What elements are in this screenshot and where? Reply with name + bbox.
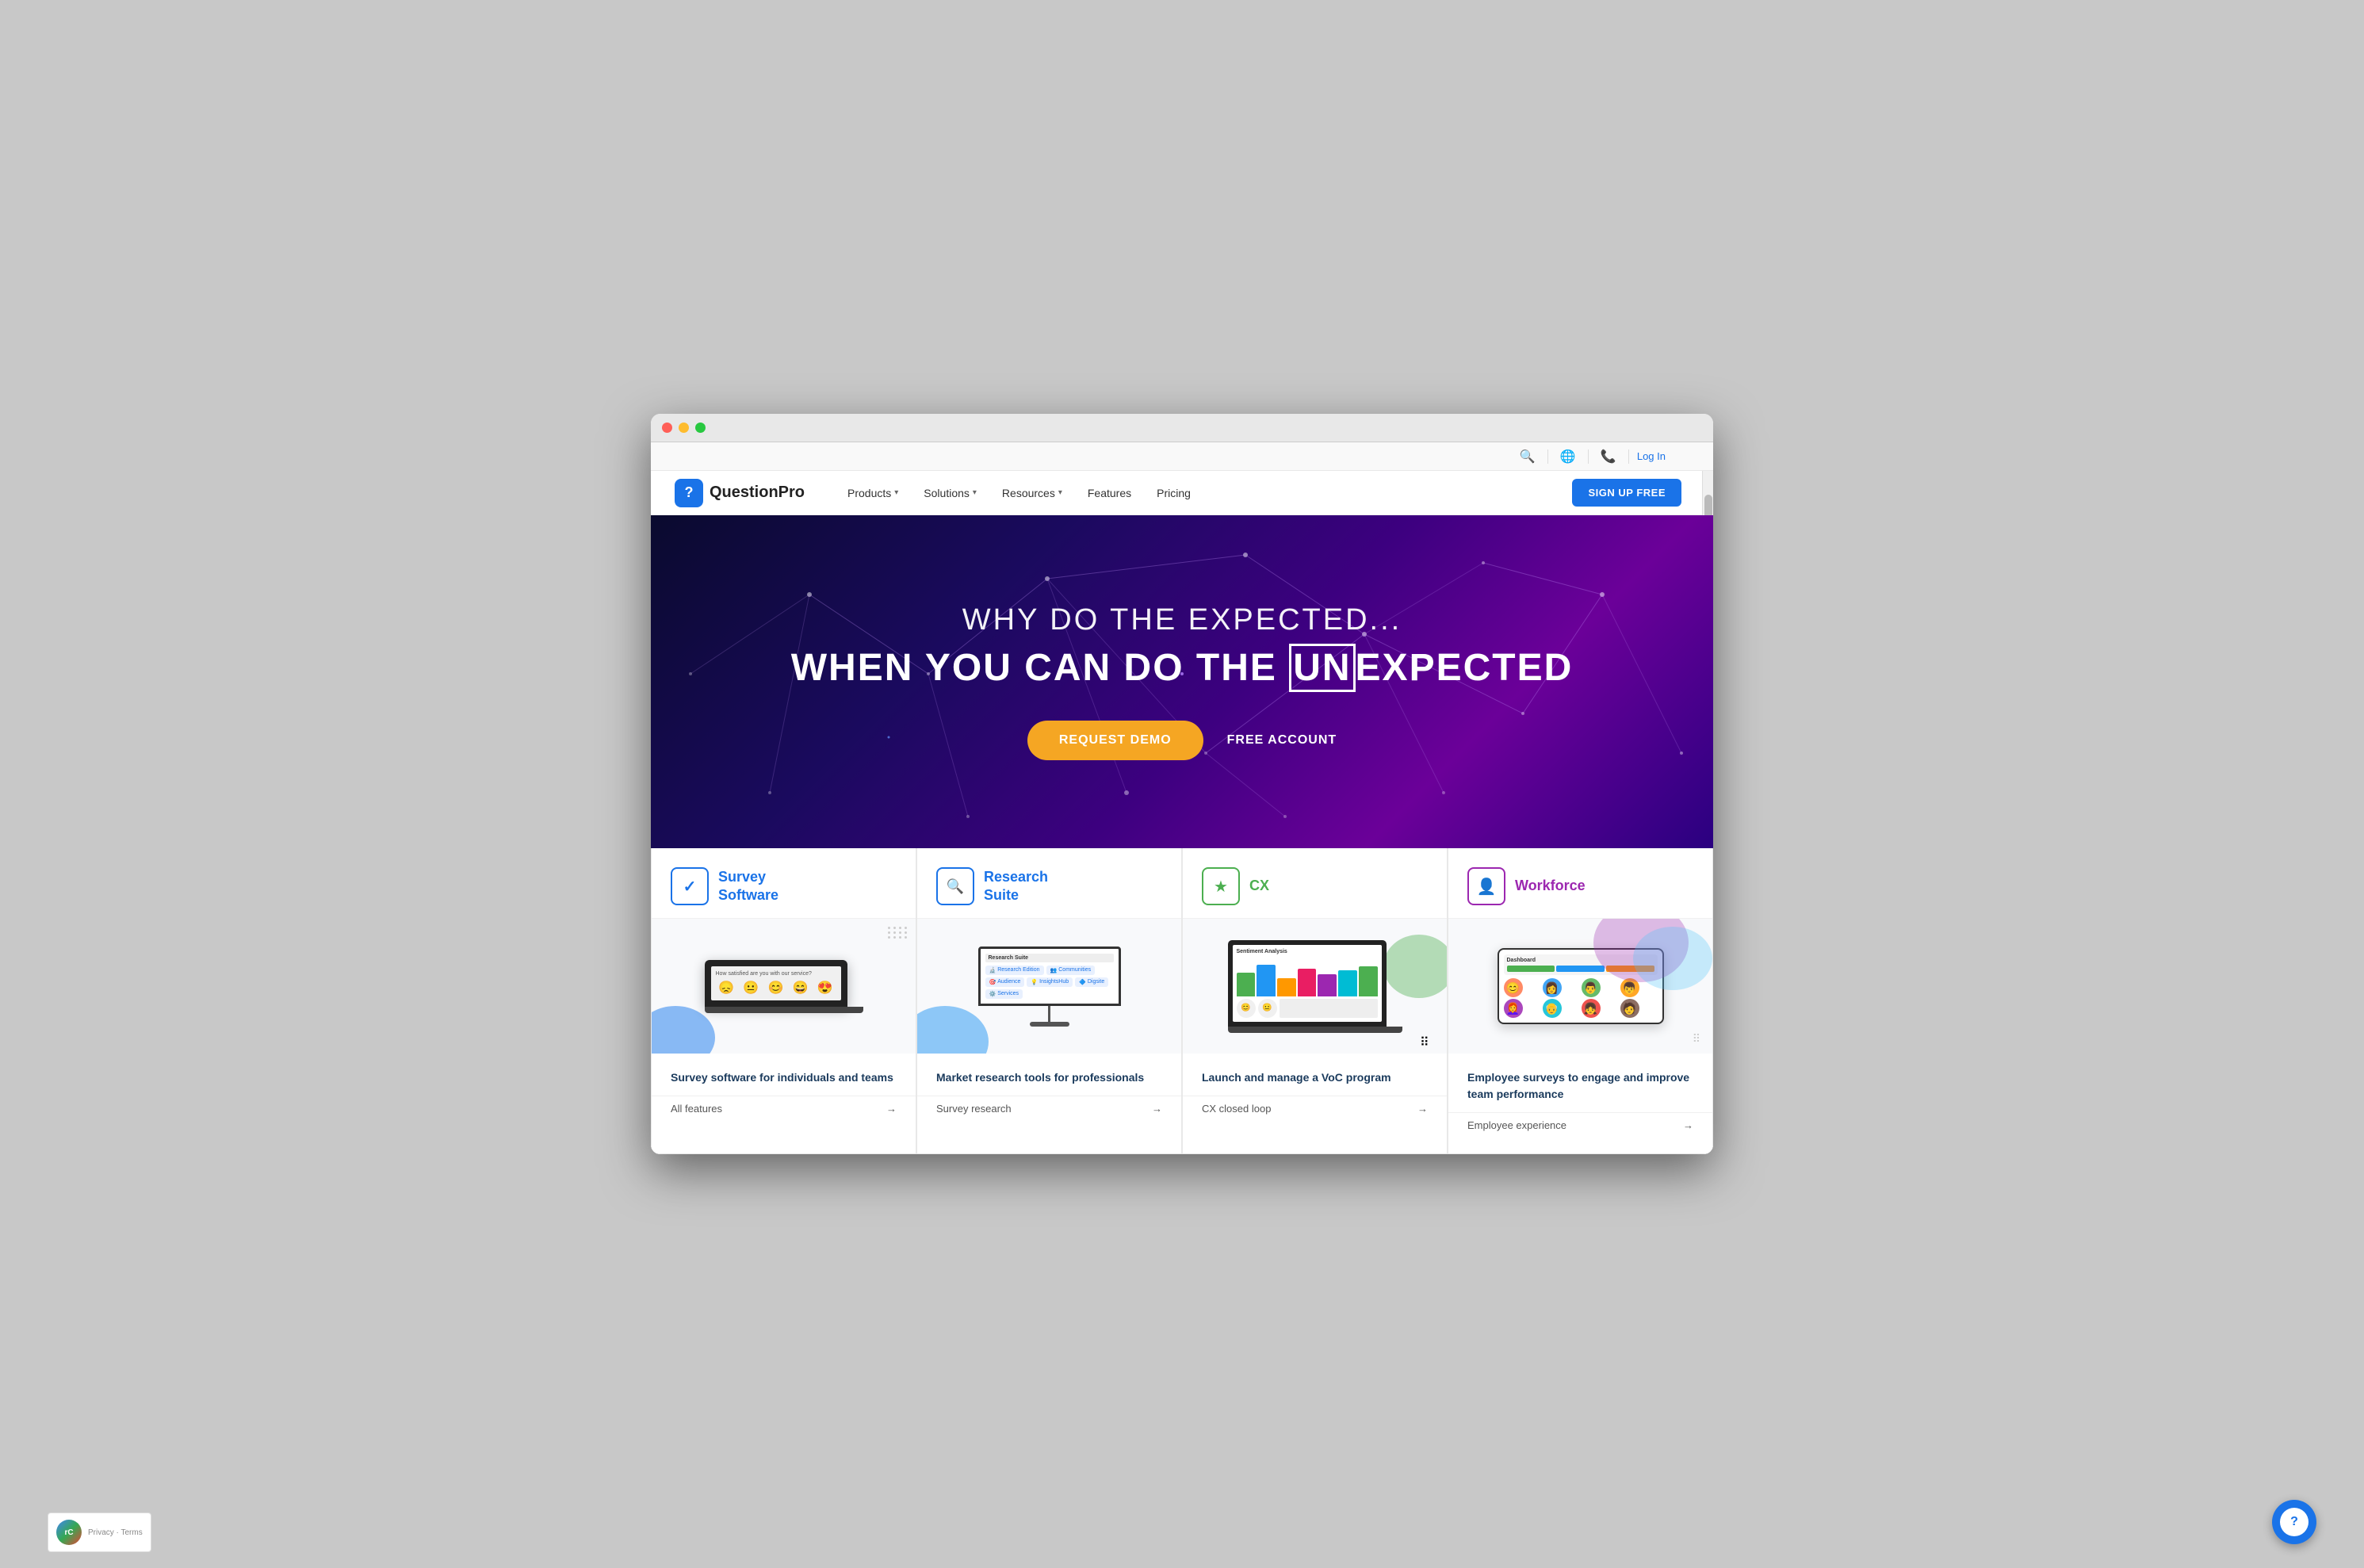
free-account-link[interactable]: FREE ACCOUNT bbox=[1227, 733, 1337, 748]
hero-line2: WHEN YOU CAN DO THE UNEXPECTED bbox=[791, 644, 1574, 692]
hero-line2-highlight: UN bbox=[1289, 644, 1355, 692]
maximize-button[interactable] bbox=[695, 423, 706, 433]
nav-resources[interactable]: Resources ▾ bbox=[991, 480, 1073, 506]
divider bbox=[1588, 449, 1589, 464]
request-demo-button[interactable]: REQUEST DEMO bbox=[1027, 721, 1203, 760]
cx-card: ★ CX Sentiment Analysis bbox=[1182, 848, 1448, 1154]
hero-line1: WHY DO THE EXPECTED... bbox=[791, 603, 1574, 637]
logo-icon: ? bbox=[675, 479, 703, 507]
nav-right: SIGN UP FREE bbox=[1572, 479, 1681, 507]
arrow-right-icon: → bbox=[886, 1103, 897, 1115]
signup-button[interactable]: SIGN UP FREE bbox=[1572, 479, 1681, 507]
chevron-down-icon: ▾ bbox=[1058, 488, 1062, 497]
cx-card-image: Sentiment Analysis bbox=[1183, 919, 1447, 1054]
blue-blob-3 bbox=[1633, 927, 1712, 990]
research-monitor: Research Suite 🔬Research Edition 👥Commun… bbox=[978, 947, 1121, 1027]
nav-products[interactable]: Products ▾ bbox=[836, 480, 909, 506]
hero-line2-pre: WHEN YOU CAN DO THE bbox=[791, 647, 1289, 689]
cards-section: ✓ SurveySoftware How satisfied are you w… bbox=[651, 848, 1713, 1154]
workforce-card: 👤 Workforce Dashboard bbox=[1448, 848, 1713, 1154]
research-survey-link[interactable]: Survey research → bbox=[917, 1096, 1181, 1121]
laptop-screen: How satisfied are you with our service? … bbox=[705, 960, 847, 1007]
cx-card-title: CX bbox=[1249, 877, 1269, 895]
navbar: ? QuestionPro Products ▾ Solutions ▾ Res… bbox=[651, 471, 1713, 515]
survey-card-header: ✓ SurveySoftware bbox=[652, 848, 916, 919]
survey-laptop: How satisfied are you with our service? … bbox=[705, 960, 863, 1013]
survey-card-title: SurveySoftware bbox=[718, 868, 778, 905]
nav-products-label: Products bbox=[847, 487, 891, 499]
workforce-card-title: Workforce bbox=[1515, 877, 1586, 895]
survey-card-desc: Survey software for individuals and team… bbox=[652, 1054, 916, 1096]
mac-window: 🔍 🌐 📞 Log In ? QuestionPro Products ▾ bbox=[651, 414, 1713, 1154]
close-button[interactable] bbox=[662, 423, 672, 433]
logo-text: QuestionPro bbox=[710, 484, 805, 502]
research-icon: 🔍 bbox=[936, 867, 974, 905]
monitor-base bbox=[1030, 1022, 1069, 1027]
survey-card: ✓ SurveySoftware How satisfied are you w… bbox=[651, 848, 916, 1154]
hero-line2-post: EXPECTED bbox=[1356, 647, 1574, 689]
monitor-screen: Research Suite 🔬Research Edition 👥Commun… bbox=[978, 947, 1121, 1006]
logo-area[interactable]: ? QuestionPro bbox=[675, 479, 805, 507]
nav-solutions[interactable]: Solutions ▾ bbox=[912, 480, 988, 506]
research-link-label: Survey research bbox=[936, 1103, 1012, 1115]
cx-laptop-base bbox=[1228, 1027, 1402, 1033]
cx-dots-icon: ⠿ bbox=[1420, 1034, 1431, 1046]
research-card-image: Research Suite 🔬Research Edition 👥Commun… bbox=[917, 919, 1181, 1054]
laptop-base bbox=[705, 1007, 863, 1013]
divider bbox=[1547, 449, 1548, 464]
monitor-stand bbox=[1048, 1006, 1050, 1022]
hero-content: WHY DO THE EXPECTED... WHEN YOU CAN DO T… bbox=[791, 603, 1574, 760]
cx-icon: ★ bbox=[1202, 867, 1240, 905]
globe-icon[interactable]: 🌐 bbox=[1556, 445, 1580, 468]
chevron-down-icon: ▾ bbox=[894, 488, 898, 497]
survey-icon: ✓ bbox=[671, 867, 709, 905]
nav-resources-label: Resources bbox=[1002, 487, 1055, 499]
nav-features-label: Features bbox=[1088, 487, 1131, 499]
research-card-title: ResearchSuite bbox=[984, 868, 1048, 905]
hero-buttons: REQUEST DEMO FREE ACCOUNT bbox=[791, 721, 1574, 760]
workforce-icon: 👤 bbox=[1467, 867, 1505, 905]
workforce-card-image: Dashboard 😊 👩 👨 👦 � bbox=[1448, 919, 1712, 1054]
workforce-card-desc: Employee surveys to engage and improve t… bbox=[1448, 1054, 1712, 1112]
window-content: 🔍 🌐 📞 Log In ? QuestionPro Products ▾ bbox=[651, 442, 1713, 1154]
cx-link-label: CX closed loop bbox=[1202, 1103, 1271, 1115]
nav-solutions-label: Solutions bbox=[924, 487, 970, 499]
divider bbox=[1628, 449, 1629, 464]
login-link[interactable]: Log In bbox=[1637, 450, 1666, 462]
utility-bar: 🔍 🌐 📞 Log In bbox=[651, 442, 1713, 471]
search-icon[interactable]: 🔍 bbox=[1516, 445, 1540, 468]
survey-all-features-link[interactable]: All features → bbox=[652, 1096, 916, 1121]
nav-pricing[interactable]: Pricing bbox=[1146, 480, 1202, 506]
arrow-right-icon: → bbox=[1152, 1103, 1162, 1115]
hero-section: WHY DO THE EXPECTED... WHEN YOU CAN DO T… bbox=[651, 515, 1713, 848]
nav-pricing-label: Pricing bbox=[1157, 487, 1191, 499]
mac-titlebar bbox=[651, 414, 1713, 442]
phone-icon[interactable]: 📞 bbox=[1597, 445, 1620, 468]
cx-card-desc: Launch and manage a VoC program bbox=[1183, 1054, 1447, 1096]
workforce-dots-icon: ⠿ bbox=[1693, 1032, 1700, 1046]
workforce-exp-link[interactable]: Employee experience → bbox=[1448, 1112, 1712, 1138]
survey-card-image: How satisfied are you with our service? … bbox=[652, 919, 916, 1054]
arrow-right-icon: → bbox=[1417, 1103, 1428, 1115]
nav-features[interactable]: Features bbox=[1077, 480, 1142, 506]
workforce-link-label: Employee experience bbox=[1467, 1119, 1566, 1131]
cx-loop-link[interactable]: CX closed loop → bbox=[1183, 1096, 1447, 1121]
research-card-header: 🔍 ResearchSuite bbox=[917, 848, 1181, 919]
research-card-desc: Market research tools for professionals bbox=[917, 1054, 1181, 1096]
arrow-right-icon: → bbox=[1683, 1119, 1693, 1131]
blue-blob bbox=[652, 1006, 715, 1054]
workforce-card-header: 👤 Workforce bbox=[1448, 848, 1712, 919]
cx-laptop: Sentiment Analysis bbox=[1228, 940, 1402, 1033]
chevron-down-icon: ▾ bbox=[973, 488, 977, 497]
research-card: 🔍 ResearchSuite Research Suite 🔬Research… bbox=[916, 848, 1182, 1154]
minimize-button[interactable] bbox=[679, 423, 689, 433]
survey-link-label: All features bbox=[671, 1103, 722, 1115]
nav-links: Products ▾ Solutions ▾ Resources ▾ Featu… bbox=[836, 480, 1572, 506]
grid-dots bbox=[888, 927, 908, 939]
cx-card-header: ★ CX bbox=[1183, 848, 1447, 919]
